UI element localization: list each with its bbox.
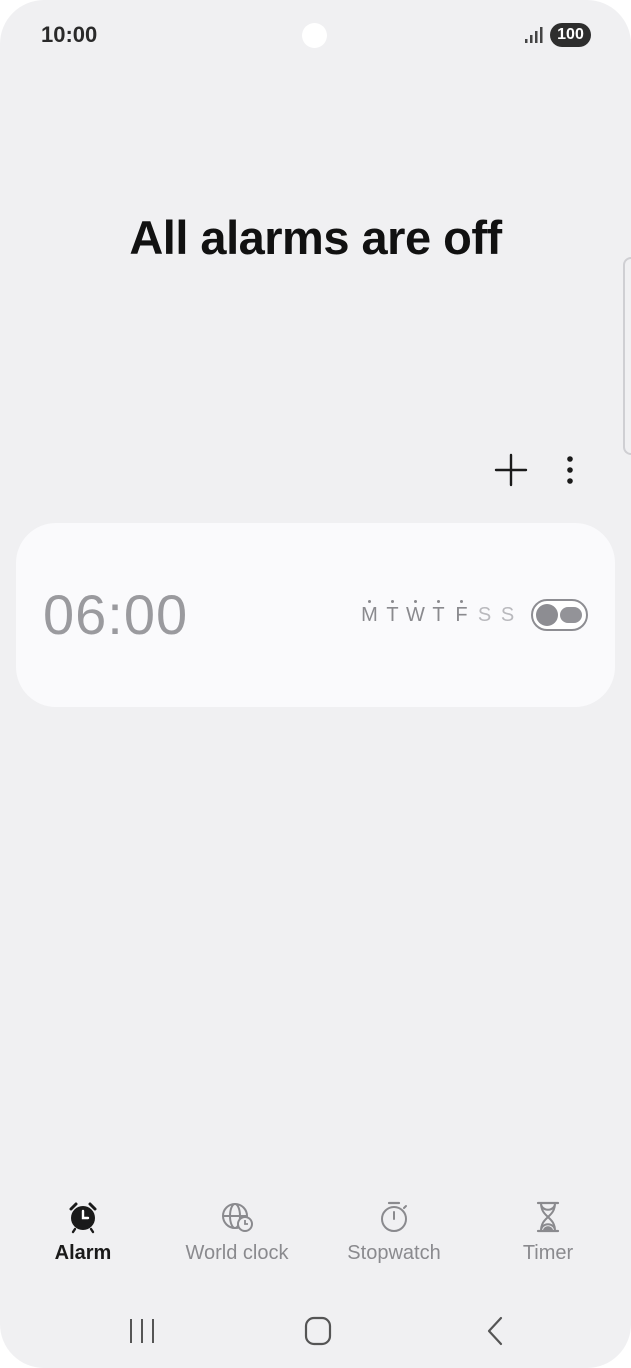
tab-timer[interactable]: Timer xyxy=(468,1200,628,1265)
alarm-toggle[interactable] xyxy=(531,599,588,631)
home-icon[interactable] xyxy=(298,1313,338,1349)
battery-icon: 100 xyxy=(550,23,591,47)
camera-cutout xyxy=(302,23,327,48)
recent-apps-icon[interactable] xyxy=(122,1313,162,1349)
day-thursday: T xyxy=(427,598,450,632)
tab-world-clock[interactable]: World clock xyxy=(157,1200,317,1265)
tab-label: Alarm xyxy=(54,1242,112,1264)
status-time: 10:00 xyxy=(41,22,98,47)
day-letter: S xyxy=(500,604,515,626)
selected-dot xyxy=(414,600,417,603)
tab-label: Timer xyxy=(522,1242,574,1264)
screen: 10:00 100 All alarms are off 06:00 M T W… xyxy=(0,0,631,1368)
day-sunday: S xyxy=(496,598,519,632)
add-icon[interactable] xyxy=(494,453,528,487)
day-saturday: S xyxy=(473,598,496,632)
selected-dot xyxy=(437,600,440,603)
day-letter: S xyxy=(477,604,492,626)
day-wednesday: W xyxy=(404,598,427,632)
day-monday: M xyxy=(358,598,381,632)
more-options-icon[interactable] xyxy=(556,453,584,487)
hourglass-icon xyxy=(536,1201,560,1233)
tab-alarm[interactable]: Alarm xyxy=(3,1200,163,1265)
day-letter: F xyxy=(455,604,468,626)
alarm-time: 06:00 xyxy=(43,583,189,646)
stopwatch-icon xyxy=(381,1201,407,1232)
day-friday: F xyxy=(450,598,473,632)
tab-label: World clock xyxy=(185,1242,289,1264)
day-letter: T xyxy=(432,604,445,626)
day-letter: M xyxy=(361,604,378,626)
day-letter: T xyxy=(386,604,399,626)
selected-dot xyxy=(391,600,394,603)
back-icon[interactable] xyxy=(475,1313,515,1349)
tab-stopwatch[interactable]: Stopwatch xyxy=(314,1200,474,1265)
edge-panel-handle[interactable] xyxy=(623,257,631,455)
alarm-card[interactable]: 06:00 M T W T F S S xyxy=(16,523,615,707)
selected-dot xyxy=(460,600,463,603)
signal-icon xyxy=(525,27,543,43)
alarm-clock-icon xyxy=(69,1202,97,1234)
toggle-knob xyxy=(536,604,558,626)
tab-label: Stopwatch xyxy=(347,1242,441,1264)
repeat-days: M T W T F S S xyxy=(358,598,519,632)
globe-clock-icon xyxy=(222,1203,253,1232)
day-tuesday: T xyxy=(381,598,404,632)
day-letter: W xyxy=(406,604,425,626)
selected-dot xyxy=(368,600,371,603)
page-title: All alarms are off xyxy=(129,211,502,264)
